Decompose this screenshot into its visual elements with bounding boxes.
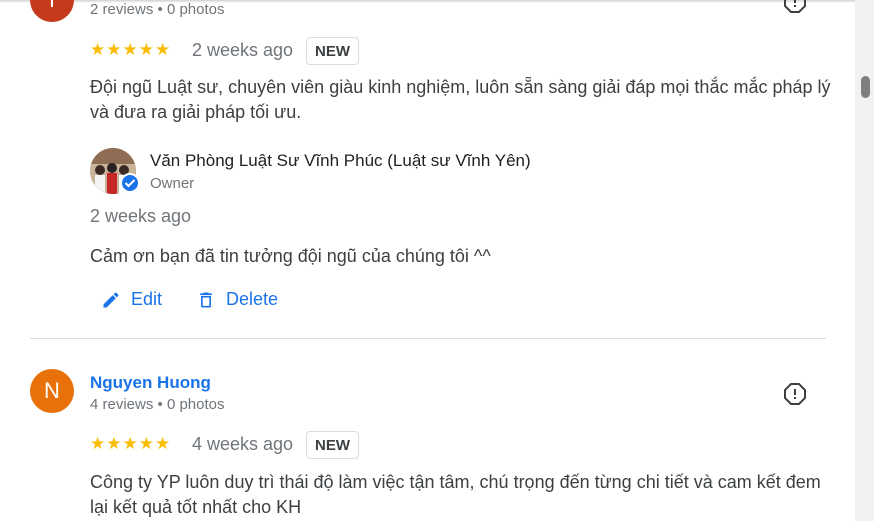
reply-time: 2 weeks ago [90, 206, 192, 226]
avatar-letter: N [44, 378, 60, 403]
edit-button[interactable]: Edit [101, 289, 162, 310]
star-rating: ★★★★★ [90, 40, 172, 59]
trash-icon [200, 292, 212, 307]
review-time: 4 weeks ago [192, 434, 294, 454]
review-divider [30, 338, 826, 339]
star-rating: ★★★★★ [90, 434, 172, 453]
delete-button[interactable]: Delete [196, 289, 278, 310]
edit-label: Edit [131, 289, 163, 309]
review-text: Công ty YP luôn duy trì thái độ làm việc… [90, 470, 840, 520]
reviewer-name[interactable]: Nguyen Huong [90, 373, 211, 393]
reviewer-meta: 2 reviews • 0 photos [90, 1, 225, 18]
reviewer-avatar[interactable]: N [30, 369, 74, 413]
review-text-line: lại kết quả tốt nhất cho KH [90, 497, 302, 517]
avatar-letter: T [45, 0, 58, 13]
reviewer-meta: 4 reviews • 0 photos [90, 396, 225, 413]
new-badge: NEW [306, 431, 359, 459]
review-text-line: và đưa ra giải pháp tối ưu. [90, 102, 302, 122]
review-text-line: Đội ngũ Luật sư, chuyên viên giàu kinh n… [90, 77, 831, 97]
owner-name: Văn Phòng Luật Sư Vĩnh Phúc (Luật sư Vĩn… [150, 151, 531, 170]
review-time: 2 weeks ago [192, 40, 294, 60]
scrollbar-thumb[interactable] [861, 76, 870, 98]
verified-check-icon [120, 173, 140, 193]
review-text-line: Công ty YP luôn duy trì thái độ làm việc… [90, 472, 821, 492]
owner-role: Owner [150, 175, 195, 192]
review-text: Đội ngũ Luật sư, chuyên viên giàu kinh n… [90, 75, 840, 125]
delete-label: Delete [226, 289, 279, 309]
pencil-icon [103, 291, 119, 307]
reviewer-avatar[interactable]: T [30, 0, 74, 22]
new-badge: NEW [306, 37, 359, 65]
reply-text: Cảm ơn bạn đã tin tưởng đội ngũ của chún… [90, 246, 491, 266]
report-flag-icon[interactable] [783, 382, 807, 406]
report-flag-icon[interactable] [783, 0, 807, 14]
